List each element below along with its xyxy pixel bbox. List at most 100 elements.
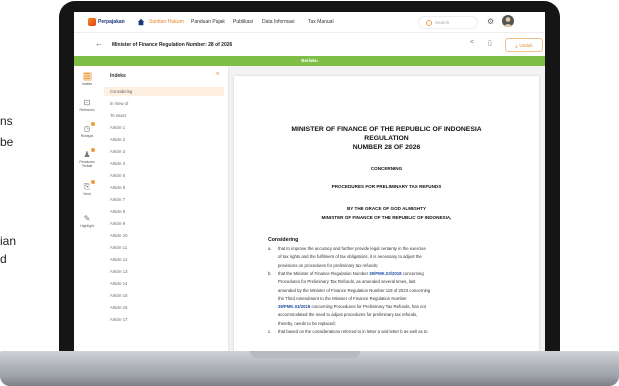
considering-line: b. that the Minister of Finance Regulatio… [268, 271, 528, 276]
line-text: that to improve the accuracy and further… [278, 246, 426, 251]
rail-item-peraturan-terkait[interactable]: ♟ Peraturan Terkait [74, 148, 100, 168]
line-text: that based on the considerations referre… [278, 329, 428, 334]
notification-dot [90, 180, 95, 184]
considering-line: Procedures for Preliminary Tax Refunds, … [268, 279, 528, 284]
index-item[interactable]: Article 2 [104, 135, 224, 144]
index-item[interactable]: Article 7 [104, 195, 224, 204]
side-text-4: d [0, 252, 7, 266]
nav-item-publikasi[interactable]: Publikasi [233, 19, 253, 25]
side-text-1: ns [0, 114, 13, 128]
index-title: Indeks [110, 73, 126, 79]
regulation-link[interactable]: 39/PMK.03/2018 [278, 304, 310, 309]
rail-item-indeks[interactable]: ☰ Indeks [74, 72, 100, 86]
doc-minister: MINISTER OF FINANCE OF THE REPUBLIC OF I… [321, 215, 452, 220]
considering-line: of tax rights and the fulfilment of tax … [268, 254, 528, 259]
back-arrow-icon[interactable]: ← [95, 39, 103, 48]
list-marker: a. [268, 246, 272, 251]
index-item-considering[interactable]: Considering [104, 87, 224, 96]
bookmark-icon[interactable]: ▯ [488, 39, 492, 47]
index-item[interactable]: Article 10 [104, 231, 224, 240]
doc-heading-2: REGULATION [364, 135, 409, 142]
rail-item-referensi[interactable]: ⊡ Referensi [74, 98, 100, 112]
list-icon: ☰ [82, 72, 92, 81]
icon-rail: ☰ Indeks ⊡ Referensi ◷ Riwayat ♟ Peratur… [74, 66, 101, 351]
doc-grace: BY THE GRACE OF GOD ALMIGHTY [346, 206, 427, 211]
side-text-3: ian [0, 234, 17, 248]
download-button[interactable]: ⤓ Unduh [505, 38, 543, 52]
gear-icon[interactable]: ⚙ [487, 17, 494, 26]
line-text: that the Minister of Finance Regulation … [278, 270, 370, 276]
considering-line: accommodated the need to adjust procedur… [268, 312, 528, 317]
considering-line: c. that based on the considerations refer… [268, 329, 528, 334]
considering-line: the Third Amendment to the Minister of F… [268, 296, 528, 301]
doc-considering-heading: Considering [268, 237, 299, 243]
line-text: concerning Procedures for Preliminary Ta… [310, 304, 427, 310]
doc-subject: PROCEDURES FOR PRELIMINARY TAX REFUNDS [331, 184, 442, 189]
document-title: Minister of Finance Regulation Number: 2… [112, 42, 233, 48]
index-item[interactable]: In View of [104, 99, 224, 108]
status-banner: Berlaku [74, 56, 545, 66]
regulation-link[interactable]: 39/PMK.03/2018 [369, 271, 401, 276]
book-icon: ⊡ [83, 98, 91, 107]
list-marker: b. [268, 270, 272, 276]
index-item[interactable]: Article 16 [104, 303, 224, 312]
index-item[interactable]: Article 17 [104, 315, 224, 324]
laptop-notch [250, 351, 360, 358]
top-navbar: Perpajakan Sumber Hukum Panduan Pajak Pu… [74, 12, 545, 33]
download-label: Unduh [519, 42, 533, 48]
side-text-2: be [0, 135, 14, 149]
screen: Perpajakan Sumber Hukum Panduan Pajak Pu… [74, 12, 545, 351]
index-item[interactable]: Article 13 [104, 267, 224, 276]
avatar[interactable] [502, 15, 514, 27]
index-item[interactable]: Article 5 [104, 171, 224, 180]
index-item[interactable]: Article 9 [104, 219, 224, 228]
index-panel: Indeks « Considering In View of To enact… [100, 66, 229, 351]
doc-concerning: CONCERNING [370, 166, 403, 171]
index-item[interactable]: Article 15 [104, 291, 224, 300]
line-text: thereby, needs to be replaced; [278, 320, 336, 326]
nav-item-panduan-pajak[interactable]: Panduan Pajak [191, 19, 225, 25]
considering-line: a. that to improve the accuracy and furth… [268, 246, 528, 251]
line-text: the Third Amendment to the Minister of F… [278, 295, 407, 301]
index-item[interactable]: Article 12 [104, 255, 224, 264]
considering-line: provisions on procedures for preliminary… [268, 263, 528, 268]
document-page: MINISTER OF FINANCE OF THE REPUBLIC OF I… [234, 76, 539, 351]
index-item[interactable]: To enact [104, 111, 224, 120]
rail-label: Highlight [80, 224, 94, 228]
rail-label: Referensi [79, 108, 95, 112]
share-icon[interactable]: < [470, 39, 474, 46]
versions-icon: ⎘ [83, 180, 95, 191]
highlight-icon: ✎ [83, 214, 91, 223]
rail-label: Versi [83, 192, 91, 196]
index-item[interactable]: Article 8 [104, 207, 224, 216]
collapse-icon[interactable]: « [216, 71, 219, 77]
home-icon[interactable] [137, 18, 145, 26]
rail-item-riwayat[interactable]: ◷ Riwayat [74, 122, 100, 138]
index-item[interactable]: Article 3 [104, 147, 224, 156]
document-titlebar: ← Minister of Finance Regulation Number:… [74, 33, 545, 56]
rail-label: Riwayat [80, 134, 94, 138]
history-icon: ◷ [83, 122, 95, 133]
line-text: provisions on procedures for preliminary… [278, 262, 379, 268]
search-input[interactable]: Search [418, 16, 478, 29]
doc-heading-1: MINISTER OF FINANCE OF THE REPUBLIC OF I… [291, 126, 482, 133]
people-icon: ♟ [83, 148, 95, 159]
index-item[interactable]: Article 14 [104, 279, 224, 288]
logo[interactable]: Perpajakan [88, 17, 125, 27]
rail-label: Peraturan Terkait [79, 160, 95, 168]
nav-item-data-informasi[interactable]: Data Informasi [262, 19, 295, 25]
index-item[interactable]: Article 11 [104, 243, 224, 252]
line-text: of tax rights and the fulfilment of tax … [278, 254, 422, 260]
index-item[interactable]: Article 4 [104, 159, 224, 168]
line-text: accommodated the need to adjust procedur… [278, 312, 418, 318]
considering-line: thereby, needs to be replaced; [268, 321, 528, 326]
search-icon [426, 20, 432, 26]
rail-item-highlight[interactable]: ✎ Highlight [74, 214, 100, 228]
nav-item-sumber-hukum[interactable]: Sumber Hukum [149, 19, 184, 25]
line-text: concerning [401, 270, 424, 276]
index-item[interactable]: Article 1 [104, 123, 224, 132]
rail-item-versi[interactable]: ⎘ Versi [74, 180, 100, 196]
line-text: amended by the Minister of Finance Regul… [278, 287, 431, 293]
index-item[interactable]: Article 6 [104, 183, 224, 192]
nav-item-tax-manual[interactable]: Tax Manual [308, 19, 334, 25]
